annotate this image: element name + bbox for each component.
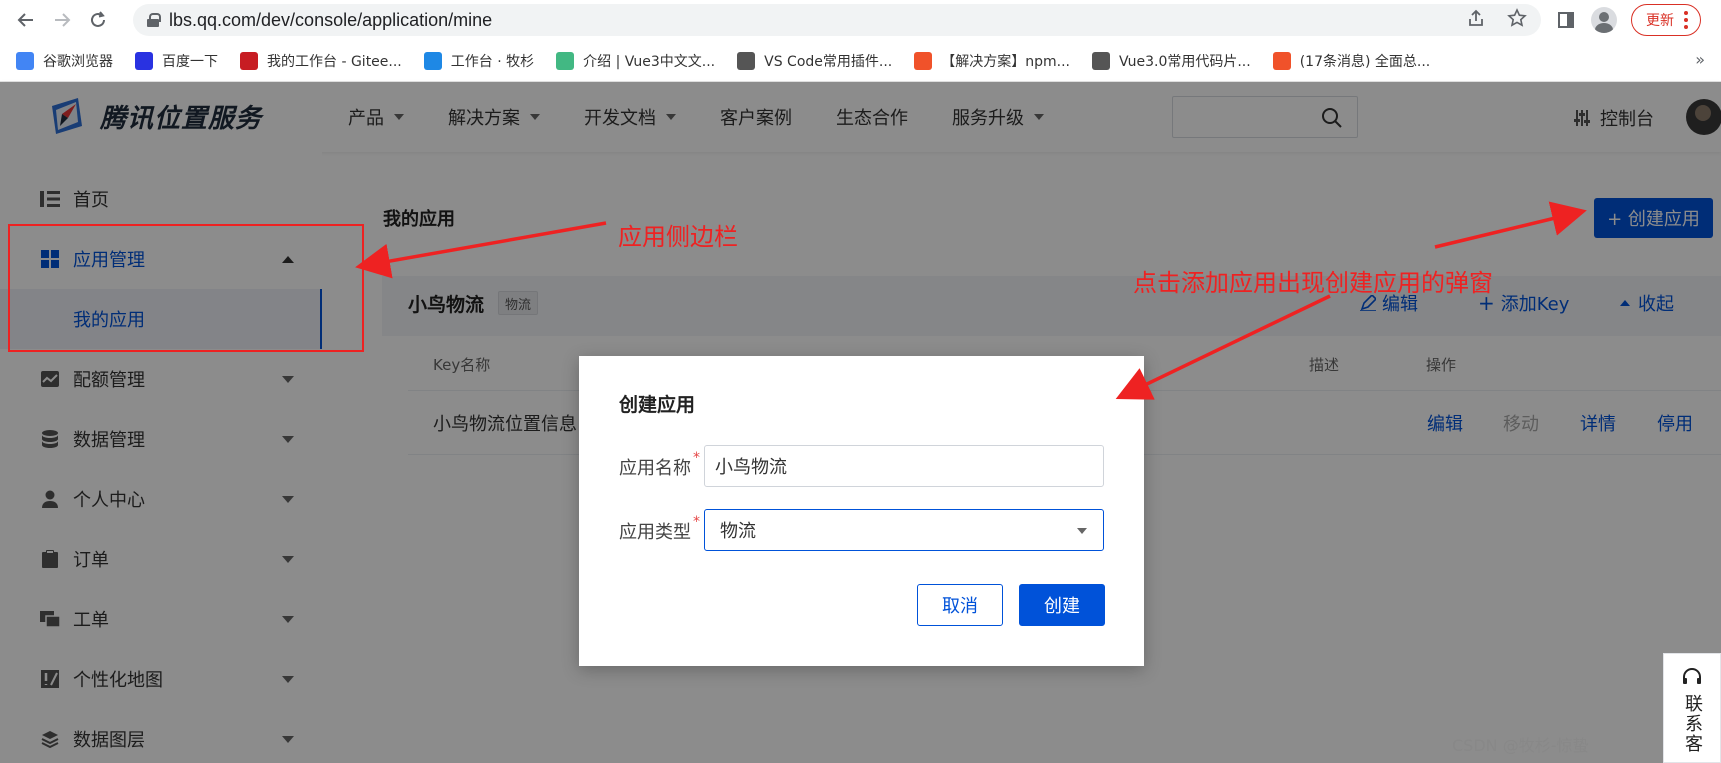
app-type-value: 物流 xyxy=(720,521,756,542)
app-name-label-text: 应用名称 xyxy=(619,458,691,479)
update-label: 更新 xyxy=(1646,13,1674,29)
dialog-title: 创建应用 xyxy=(619,394,696,416)
bookmark-item[interactable]: VS Code常用插件... xyxy=(737,51,892,71)
create-app-dialog: 创建应用 应用名称 * 小鸟物流 应用类型 * 物流 取消 创建 xyxy=(579,356,1144,666)
bookmark-favicon-icon xyxy=(423,51,442,70)
sidebar-annotation: 应用侧边栏 xyxy=(618,223,738,251)
bookmark-item[interactable]: 谷歌浏览器 xyxy=(16,51,113,71)
bookmark-favicon-icon xyxy=(135,51,153,70)
bookmarks-overflow-icon[interactable]: » xyxy=(1695,50,1705,69)
side-panel-icon[interactable] xyxy=(1555,9,1577,31)
bookmark-item[interactable]: 介绍 | Vue3中文文... xyxy=(556,51,715,71)
app-type-select[interactable]: 物流 xyxy=(704,509,1104,551)
watermark: CSDN @牧杉-惊蛰 xyxy=(1452,736,1589,755)
bookmark-label: 我的工作台 - Gitee... xyxy=(267,53,402,70)
required-mark: * xyxy=(693,514,700,530)
bookmark-favicon-icon xyxy=(16,51,34,70)
bookmark-favicon-icon xyxy=(914,51,933,70)
bookmark-label: 谷歌浏览器 xyxy=(43,53,113,70)
bookmark-item[interactable]: Vue3.0常用代码片... xyxy=(1091,51,1251,71)
bookmark-label: 工作台 · 牧杉 xyxy=(450,53,535,70)
contact-support-tab[interactable]: 联系客 xyxy=(1663,653,1721,763)
app-name-label: 应用名称 * xyxy=(619,450,700,480)
browser-toolbar: lbs.qq.com/dev/console/application/mine … xyxy=(0,0,1721,40)
confirm-create-button[interactable]: 创建 xyxy=(1019,584,1105,626)
headset-icon xyxy=(1683,668,1701,684)
bookmark-item[interactable]: 【解决方案】npm... xyxy=(914,51,1070,71)
app-name-input[interactable]: 小鸟物流 xyxy=(704,445,1104,487)
contact-label: 联系客 xyxy=(1682,694,1703,754)
bookmark-favicon-icon xyxy=(240,51,258,70)
bookmark-item[interactable]: 工作台 · 牧杉 xyxy=(423,51,535,71)
bookmark-label: 【解决方案】npm... xyxy=(941,53,1070,70)
app-type-label-text: 应用类型 xyxy=(619,522,691,543)
url-text: lbs.qq.com/dev/console/application/mine xyxy=(169,9,493,30)
app-name-value: 小鸟物流 xyxy=(715,457,787,478)
back-icon[interactable] xyxy=(8,2,44,38)
bookmark-favicon-icon xyxy=(737,51,756,70)
reload-icon[interactable] xyxy=(80,2,116,38)
bookmark-favicon-icon xyxy=(1091,51,1110,70)
cancel-button[interactable]: 取消 xyxy=(917,584,1003,626)
bookmark-item[interactable]: 百度一下 xyxy=(135,51,218,71)
bookmark-label: 百度一下 xyxy=(162,53,218,70)
bookmark-label: Vue3.0常用代码片... xyxy=(1118,53,1251,70)
bookmark-label: 介绍 | Vue3中文文... xyxy=(583,53,716,70)
forward-icon[interactable] xyxy=(44,2,80,38)
bookmarks-bar: 谷歌浏览器 百度一下 我的工作台 - Gitee... 工作台 · 牧杉 介绍 | Vu… xyxy=(0,40,1721,82)
required-mark: * xyxy=(693,450,700,466)
share-icon[interactable] xyxy=(1467,9,1485,32)
address-bar[interactable]: lbs.qq.com/dev/console/application/mine xyxy=(133,4,1541,36)
update-button[interactable]: 更新 xyxy=(1631,4,1701,36)
bookmark-label: (17条消息) 全面总... xyxy=(1299,53,1431,70)
popup-annotation: 点击添加应用出现创建应用的弹窗 xyxy=(1133,269,1493,297)
bookmark-label: VS Code常用插件... xyxy=(764,53,893,70)
bookmark-item[interactable]: 我的工作台 - Gitee... xyxy=(240,51,402,71)
chevron-down-icon xyxy=(1077,528,1087,534)
profile-icon[interactable] xyxy=(1591,7,1617,33)
star-icon[interactable] xyxy=(1507,7,1527,33)
bookmark-favicon-icon xyxy=(556,51,575,70)
lock-icon xyxy=(147,13,161,27)
bookmark-item[interactable]: (17条消息) 全面总... xyxy=(1272,51,1431,71)
app-type-label: 应用类型 * xyxy=(619,514,700,544)
bookmark-favicon-icon xyxy=(1272,51,1291,70)
more-menu-icon xyxy=(1684,11,1688,29)
